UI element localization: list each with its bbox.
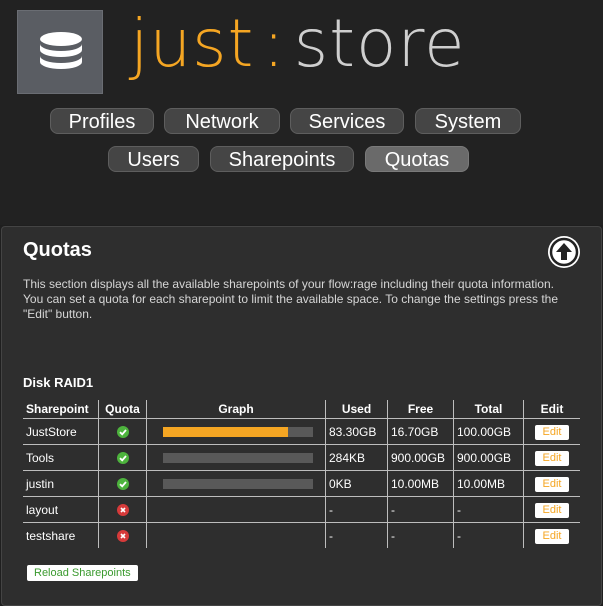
- col-total: Total: [453, 400, 524, 419]
- reload-sharepoints-button[interactable]: Reload Sharepoints: [27, 565, 138, 581]
- disk-title: Disk RAID1: [23, 375, 94, 390]
- nav-profiles[interactable]: Profiles: [50, 108, 154, 134]
- free-value: 900.00GB: [387, 444, 454, 471]
- col-used: Used: [325, 400, 388, 419]
- edit-button[interactable]: Edit: [535, 502, 569, 518]
- x-circle-icon: [116, 530, 129, 543]
- free-value: 10.00MB: [387, 470, 454, 497]
- col-graph: Graph: [146, 400, 326, 419]
- edit-button[interactable]: Edit: [535, 476, 569, 492]
- free-value: 16.70GB: [387, 418, 454, 445]
- col-sharepoint: Sharepoint: [26, 402, 89, 416]
- used-value: 83.30GB: [325, 418, 388, 445]
- scroll-top-button[interactable]: [548, 236, 580, 268]
- sharepoint-name: layout: [26, 502, 59, 517]
- page-title: Quotas: [23, 239, 92, 261]
- nav-quotas[interactable]: Quotas: [365, 146, 469, 172]
- brand-part-just: just: [130, 5, 255, 82]
- table-row: justin 0KB 10.00MB 10.00MB Edit: [23, 470, 580, 497]
- check-circle-icon: [116, 452, 129, 465]
- total-value: 10.00MB: [453, 470, 524, 497]
- table-row: testshare - - - Edit: [23, 522, 580, 548]
- brand-part-store: store: [293, 5, 466, 82]
- used-value: 284KB: [325, 444, 388, 471]
- free-value: -: [387, 522, 454, 548]
- usage-fill: [163, 426, 288, 437]
- app-logo: [17, 10, 103, 94]
- quota-table: Sharepoint Quota Graph Used Free Total E…: [23, 400, 580, 548]
- brand-wordmark: just: store: [130, 4, 466, 94]
- usage-bar: [163, 426, 313, 437]
- nav-users[interactable]: Users: [108, 146, 199, 172]
- nav-network[interactable]: Network: [164, 108, 280, 134]
- quotas-panel: Quotas This section displays all the ava…: [1, 226, 602, 606]
- x-circle-icon: [116, 504, 129, 517]
- col-free: Free: [387, 400, 454, 419]
- sharepoint-name: testshare: [26, 528, 76, 543]
- used-value: -: [325, 522, 388, 548]
- usage-bar: [163, 478, 313, 489]
- free-value: -: [387, 496, 454, 523]
- sharepoint-name: Tools: [26, 450, 55, 465]
- check-circle-icon: [116, 478, 129, 491]
- table-row: layout - - - Edit: [23, 496, 580, 523]
- table-row: JustStore 83.30GB 16.70GB 100.00GB Edit: [23, 418, 580, 445]
- check-circle-icon: [116, 426, 129, 439]
- edit-button[interactable]: Edit: [535, 424, 569, 440]
- col-quota: Quota: [98, 400, 147, 419]
- section-description: This section displays all the available …: [23, 277, 559, 321]
- total-value: -: [453, 496, 524, 523]
- total-value: -: [453, 522, 524, 548]
- usage-bar: [163, 452, 313, 463]
- used-value: -: [325, 496, 388, 523]
- sharepoint-name: justin: [26, 476, 55, 491]
- used-value: 0KB: [325, 470, 388, 497]
- nav-services[interactable]: Services: [290, 108, 404, 134]
- total-value: 100.00GB: [453, 418, 524, 445]
- nav-sharepoints[interactable]: Sharepoints: [210, 146, 354, 172]
- sharepoint-name: JustStore: [26, 424, 77, 439]
- edit-button[interactable]: Edit: [535, 450, 569, 466]
- table-row: Tools 284KB 900.00GB 900.00GB Edit: [23, 444, 580, 471]
- header: just: store Profiles Network Services Sys…: [0, 0, 603, 225]
- total-value: 900.00GB: [453, 444, 524, 471]
- brand-separator: :: [262, 5, 286, 82]
- edit-button[interactable]: Edit: [535, 528, 569, 544]
- nav-system[interactable]: System: [415, 108, 521, 134]
- col-edit: Edit: [523, 400, 580, 419]
